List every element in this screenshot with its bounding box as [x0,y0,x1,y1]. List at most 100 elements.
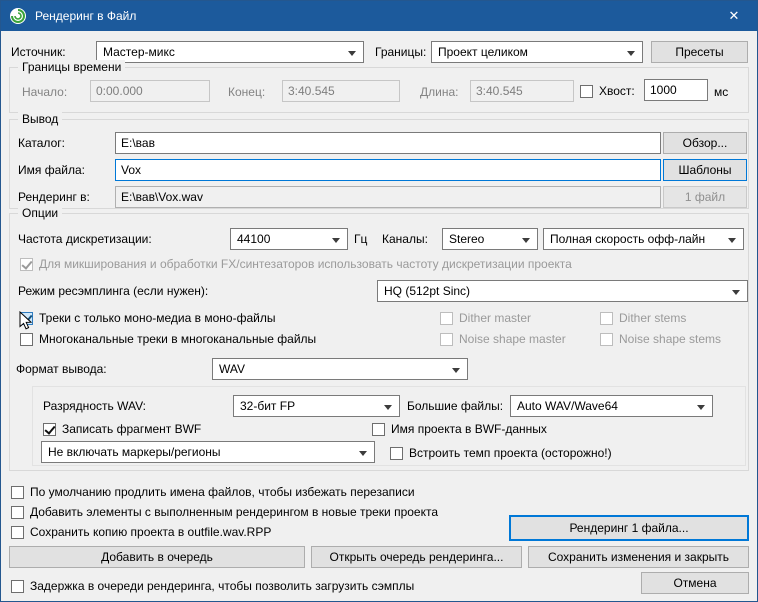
checkbox-box [390,446,403,460]
checkbox-box [20,332,33,346]
save-and-close-button[interactable]: Сохранить изменения и закрыть [528,546,749,568]
dither-stems-checkbox-label: Dither stems [619,311,687,325]
samplerate-label: Частота дискретизации: [18,232,152,246]
checkbox-box [600,311,613,325]
source-label: Источник: [11,45,66,59]
filename-input[interactable] [115,159,661,181]
cancel-button[interactable]: Отмена [641,572,749,594]
render-button-label: Рендеринг 1 файла... [569,521,689,535]
wav-depth-label: Разрядность WAV: [43,399,146,413]
queue-delay-checkbox-label: Задержка в очереди рендеринга, чтобы поз… [30,579,415,593]
queue-delay-checkbox[interactable]: Задержка в очереди рендеринга, чтобы поз… [11,578,414,594]
project-name-bwf-checkbox[interactable]: Имя проекта в BWF-данных [372,421,547,437]
templates-button[interactable]: Шаблоны [663,159,747,181]
large-files-label: Большие файлы: [407,399,504,413]
multichannel-tracks-checkbox-label: Многоканальные треки в многоканальные фа… [39,332,317,346]
browse-button[interactable]: Обзор... [663,132,747,154]
channels-select[interactable]: Stereo [442,228,538,250]
chevron-down-icon [384,405,392,410]
checkbox-box [20,257,33,271]
save-project-copy-checkbox-label: Сохранить копию проекта в outfile.wav.RP… [30,525,272,539]
channels-select-value: Stereo [449,232,485,246]
templates-button-label: Шаблоны [678,163,732,177]
chevron-down-icon [348,51,356,56]
samplerate-select-value: 44100 [237,232,271,246]
checkbox-box [11,579,24,593]
start-time-field [90,80,210,102]
add-rendered-items-checkbox[interactable]: Добавить элементы с выполненным рендерин… [11,504,438,520]
options-group: Опции Частота дискретизации: 44100 Гц Ка… [9,206,749,471]
length-label: Длина: [420,85,459,99]
source-select[interactable]: Мастер-микс [96,41,364,63]
mono-tracks-checkbox[interactable]: Треки с только моно-медиа в моно-файлы [20,310,275,326]
output-format-select[interactable]: WAV [212,358,468,380]
wav-depth-select[interactable]: 32-бит FP [233,395,400,417]
samplerate-select[interactable]: 44100 [230,228,348,250]
presets-button-label: Пресеты [675,45,724,59]
dither-stems-checkbox: Dither stems [600,310,686,326]
checkbox-box [11,525,24,539]
embed-tempo-checkbox[interactable]: Встроить темп проекта (осторожно!) [390,445,612,461]
resample-mode-select[interactable]: HQ (512pt Sinc) [377,280,748,302]
mono-tracks-checkbox-label: Треки с только моно-медиа в моно-файлы [39,311,276,325]
file-count-button-label: 1 файл [684,190,726,204]
tail-unit-label: мс [714,85,729,99]
presets-button[interactable]: Пресеты [651,41,748,63]
chevron-down-icon [728,238,736,243]
save-project-copy-checkbox[interactable]: Сохранить копию проекта в outfile.wav.RP… [11,524,271,540]
add-rendered-items-checkbox-label: Добавить элементы с выполненным рендерин… [30,505,439,519]
render-button[interactable]: Рендеринг 1 файла... [509,515,749,541]
wav-options-panel: Разрядность WAV: 32-бит FP Большие файлы… [32,386,746,466]
autoextend-filename-checkbox[interactable]: По умолчанию продлить имена файлов, чтоб… [11,484,415,500]
tail-ms-input[interactable] [644,79,708,101]
open-render-queue-button[interactable]: Открыть очередь рендеринга... [311,546,522,568]
directory-input[interactable] [115,132,661,154]
chevron-down-icon [452,368,460,373]
embed-tempo-checkbox-label: Встроить темп проекта (осторожно!) [409,446,612,460]
options-group-title: Опции [18,206,63,220]
checkbox-box [11,505,24,519]
titlebar: Рендеринг в Файл ✕ [1,1,757,31]
window-title: Рендеринг в Файл [35,9,137,23]
render-speed-select[interactable]: Полная скорость офф-лайн [543,228,744,250]
render-dialog-window: Рендеринг в Файл ✕ Источник: Мастер-микс… [0,0,758,602]
checkbox-box [20,311,33,325]
noise-shape-stems-checkbox-label: Noise shape stems [619,332,722,346]
dither-master-checkbox: Dither master [440,310,531,326]
chevron-down-icon [732,290,740,295]
project-samplerate-checkbox-label: Для микширования и обработки FX/синтезат… [39,257,572,271]
filename-label: Имя файла: [18,163,85,177]
bounds-select-value: Проект целиком [438,45,528,59]
add-to-queue-button-label: Добавить в очередь [101,550,213,564]
checkbox-box [440,311,453,325]
file-count-button: 1 файл [663,186,747,208]
large-files-select-value: Auto WAV/Wave64 [517,399,618,413]
hz-unit-label: Гц [354,232,368,246]
project-name-bwf-checkbox-label: Имя проекта в BWF-данных [391,422,547,436]
add-to-queue-button[interactable]: Добавить в очередь [9,546,305,568]
time-bounds-group: Границы времени Начало: Конец: Длина: Хв… [9,60,749,113]
multichannel-tracks-checkbox[interactable]: Многоканальные треки в многоканальные фа… [20,331,316,347]
browse-button-label: Обзор... [682,136,728,150]
dither-master-checkbox-label: Dither master [459,311,532,325]
directory-label: Каталог: [18,136,65,150]
markers-select[interactable]: Не включать маркеры/регионы [41,441,375,463]
project-samplerate-checkbox: Для микширования и обработки FX/синтезат… [20,256,572,272]
bounds-select[interactable]: Проект целиком [431,41,643,63]
render-path-field [115,186,661,208]
close-button[interactable]: ✕ [711,1,757,31]
bounds-label: Границы: [375,45,427,59]
tail-checkbox[interactable]: Хвост: [580,83,635,99]
write-bwf-checkbox[interactable]: Записать фрагмент BWF [43,421,201,437]
chevron-down-icon [359,451,367,456]
write-bwf-checkbox-label: Записать фрагмент BWF [62,422,202,436]
resample-mode-select-value: HQ (512pt Sinc) [384,284,471,298]
noise-shape-master-checkbox-label: Noise shape master [459,332,566,346]
checkbox-box [372,422,385,436]
render-to-label: Рендеринг в: [18,190,90,204]
large-files-select[interactable]: Auto WAV/Wave64 [510,395,713,417]
chevron-down-icon [522,238,530,243]
length-field [470,80,574,102]
checkbox-box [43,422,56,436]
output-format-select-value: WAV [219,362,245,376]
